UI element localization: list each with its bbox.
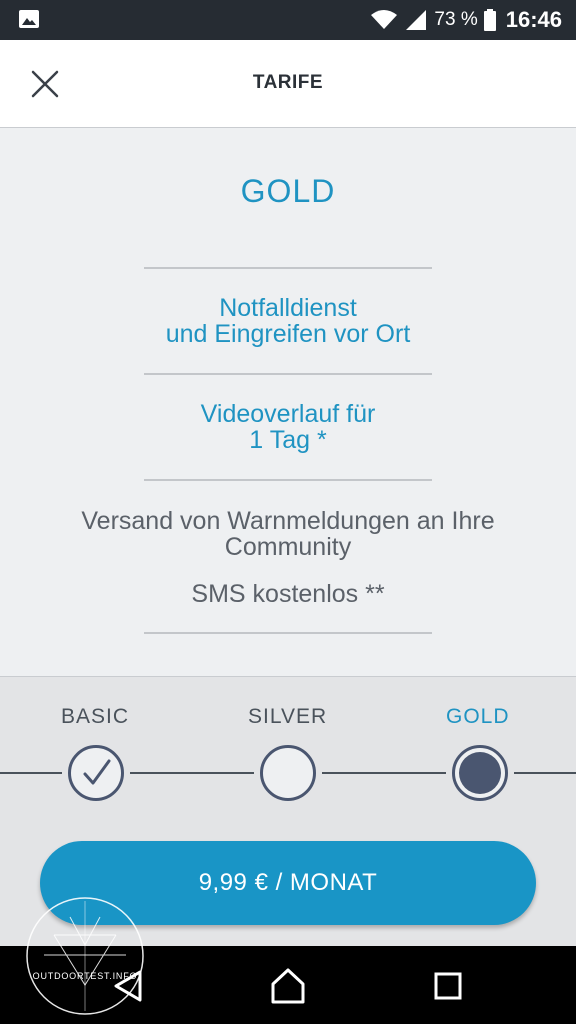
tier-connector — [514, 772, 576, 774]
clock: 16:46 — [505, 7, 562, 32]
signal-icon — [406, 10, 427, 30]
feature-community-alerts: Versand von Warnmeldungen an Ihre Commun… — [0, 508, 576, 560]
tier-connector — [322, 772, 446, 774]
outdoortest-watermark: OUTDOORTEST.INFO — [26, 897, 144, 1015]
home-icon[interactable] — [266, 964, 310, 1008]
divider — [144, 267, 432, 269]
tier-connector — [0, 772, 62, 774]
app-bar: TARIFE — [0, 40, 576, 128]
feature-line: Community — [224, 533, 352, 561]
feature-line: SMS kostenlos ** — [191, 580, 385, 608]
tier-connector — [130, 772, 254, 774]
feature-emergency: Notfalldienst und Eingreifen vor Ort — [0, 295, 576, 347]
feature-sms: SMS kostenlos ** — [0, 581, 576, 607]
feature-line: Videoverlauf für — [200, 400, 376, 428]
plan-details: GOLD Notfalldienst und Eingreifen vor Or… — [0, 129, 576, 676]
divider — [144, 373, 432, 375]
feature-line: Notfalldienst — [219, 294, 357, 322]
wifi-icon — [371, 10, 398, 29]
feature-video-history: Videoverlauf für 1 Tag * — [0, 401, 576, 453]
check-icon — [83, 759, 111, 785]
page-title: TARIFE — [252, 72, 324, 93]
gallery-icon — [19, 10, 39, 28]
tier-option-gold[interactable] — [452, 745, 508, 801]
feature-line: Versand von Warnmeldungen an Ihre — [81, 507, 495, 535]
status-bar: 73 % 16:46 — [0, 0, 576, 40]
feature-line: und Eingreifen vor Ort — [165, 320, 411, 348]
battery-icon — [483, 9, 496, 31]
recents-icon[interactable] — [426, 964, 470, 1008]
tier-option-basic[interactable] — [68, 745, 124, 801]
tier-label-basic[interactable]: BASIC — [61, 705, 129, 729]
watermark-text: OUTDOORTEST.INFO — [33, 971, 138, 981]
divider — [144, 632, 432, 634]
tier-option-silver[interactable] — [260, 745, 316, 801]
plan-name: GOLD — [240, 173, 336, 209]
tier-label-silver[interactable]: SILVER — [248, 705, 327, 729]
divider — [144, 479, 432, 481]
battery-percent: 73 % — [434, 9, 478, 30]
feature-line: 1 Tag * — [249, 426, 327, 454]
tier-label-gold[interactable]: GOLD — [446, 705, 510, 729]
